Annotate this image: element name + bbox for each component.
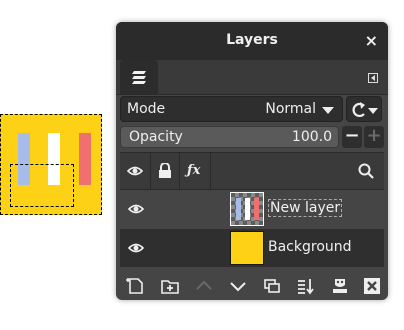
merge-down-icon[interactable] <box>296 276 316 296</box>
layer-thumbnail <box>230 231 264 265</box>
layer-row-background[interactable]: Background <box>120 229 384 267</box>
lock-icon <box>158 163 172 179</box>
mode-row: Mode Normal <box>120 96 384 122</box>
mode-reset-button[interactable] <box>346 96 382 122</box>
red-stripe <box>79 133 91 185</box>
eye-icon[interactable] <box>128 241 144 255</box>
panel-title: Layers <box>226 32 278 48</box>
layer-row-new-layer[interactable]: New layer <box>120 190 384 228</box>
tab-layers[interactable] <box>120 60 158 94</box>
layer-name[interactable]: New layer <box>268 199 343 217</box>
mode-label: Mode <box>127 101 166 117</box>
fx-icon: ƒx <box>187 163 201 178</box>
layers-panel: Layers × Mode Normal Opacity 100.0 − + ƒ… <box>116 22 388 300</box>
eye-icon[interactable] <box>128 202 144 216</box>
mode-value: Normal <box>265 101 316 117</box>
opacity-row: Opacity 100.0 − + <box>120 126 384 148</box>
chevron-down-icon <box>322 107 334 114</box>
reset-mode-icon <box>351 101 379 119</box>
delete-layer-icon[interactable] <box>362 276 382 296</box>
panel-titlebar[interactable]: Layers × <box>116 22 388 60</box>
selection-marquee <box>10 164 74 207</box>
header-lock[interactable] <box>151 153 180 189</box>
opacity-increase-button[interactable]: + <box>364 126 384 148</box>
layers-tab-icon <box>130 68 148 86</box>
opacity-decrease-button[interactable]: − <box>342 126 362 148</box>
layer-name[interactable]: Background <box>268 239 352 255</box>
tab-menu-button[interactable] <box>368 73 378 83</box>
raise-layer-icon[interactable] <box>194 276 214 296</box>
layers-action-bar <box>116 272 388 300</box>
opacity-label: Opacity <box>129 129 183 145</box>
layer-thumbnail <box>230 192 264 226</box>
search-icon[interactable] <box>358 163 374 179</box>
canvas-preview <box>0 114 102 215</box>
opacity-value[interactable]: 100.0 <box>292 129 332 145</box>
header-effects[interactable]: ƒx <box>180 153 211 189</box>
opacity-slider[interactable]: Opacity 100.0 <box>120 126 339 148</box>
eye-icon <box>127 164 143 178</box>
add-mask-icon[interactable] <box>330 276 350 296</box>
header-visibility[interactable] <box>120 153 151 189</box>
lower-layer-icon[interactable] <box>228 276 248 296</box>
tab-row <box>116 60 388 95</box>
close-button[interactable]: × <box>365 31 378 50</box>
new-layer-icon[interactable] <box>126 276 146 296</box>
layers-list-header: ƒx <box>120 152 384 190</box>
duplicate-layer-icon[interactable] <box>262 276 282 296</box>
mode-select[interactable]: Mode Normal <box>120 96 343 122</box>
new-group-icon[interactable] <box>160 276 180 296</box>
